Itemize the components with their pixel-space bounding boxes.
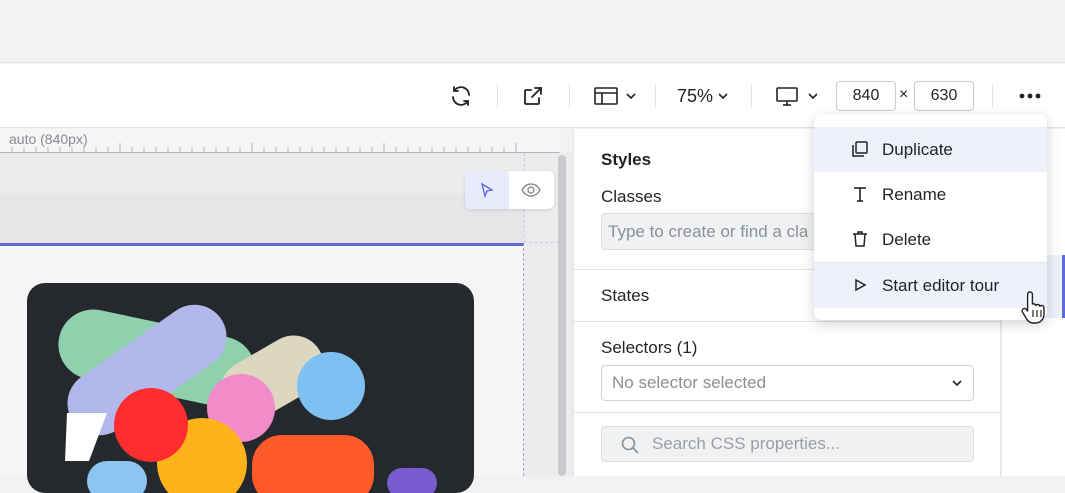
artwork-image[interactable] <box>27 283 474 493</box>
duplicate-icon <box>852 141 868 157</box>
trash-icon <box>853 231 867 247</box>
panel-divider <box>574 321 1001 322</box>
selector-value: No selector selected <box>612 373 767 392</box>
preview-mode-button[interactable] <box>509 171 553 209</box>
menu-item-rename[interactable]: Rename <box>814 172 1047 217</box>
width-input[interactable]: 840 <box>836 81 896 111</box>
menu-item-start-editor-tour[interactable]: Start editor tour <box>814 263 1047 308</box>
toolbar-divider <box>992 84 993 108</box>
abstract-shapes-graphic <box>58 304 437 493</box>
device-dropdown[interactable] <box>771 76 823 116</box>
css-search-input[interactable]: Search CSS properties... <box>601 426 974 462</box>
canvas-header-strip <box>0 193 524 243</box>
menu-item-duplicate[interactable]: Duplicate <box>814 127 1047 172</box>
pointer-icon <box>480 182 494 198</box>
search-icon <box>621 436 639 454</box>
dimension-separator: × <box>899 86 909 103</box>
canvas-scrollbar[interactable] <box>558 155 566 476</box>
refresh-icon <box>452 86 470 106</box>
panel-divider <box>574 412 1001 413</box>
panel-title: Styles <box>601 150 652 169</box>
open-external-button[interactable] <box>515 76 551 116</box>
states-label[interactable]: States <box>601 286 649 306</box>
toolbar-divider <box>569 84 570 108</box>
text-icon <box>854 187 866 202</box>
ruler-ticks <box>0 143 560 153</box>
chevron-down-icon <box>718 93 728 100</box>
desktop-icon <box>776 87 798 106</box>
layout-icon <box>594 87 618 105</box>
refresh-button[interactable] <box>443 76 479 116</box>
menu-item-label: Delete <box>882 229 932 249</box>
play-icon <box>855 278 867 292</box>
canvas-mode-toggle <box>465 171 554 209</box>
menu-item-delete[interactable]: Delete <box>814 217 1047 262</box>
hand-cursor-icon <box>1021 291 1045 324</box>
height-input[interactable]: 630 <box>914 81 974 111</box>
zoom-level: 75% <box>676 85 714 106</box>
more-icon <box>1019 93 1041 99</box>
chevron-down-icon <box>952 380 962 387</box>
css-search-placeholder: Search CSS properties... <box>652 434 841 453</box>
select-mode-button[interactable] <box>465 171 509 209</box>
menu-item-label: Rename <box>882 184 947 204</box>
zoom-dropdown[interactable]: 75% <box>672 76 734 116</box>
eye-icon <box>521 183 541 197</box>
top-bar <box>0 0 1065 63</box>
horizontal-ruler: auto (840px) <box>0 129 560 153</box>
external-link-icon <box>524 87 542 105</box>
toolbar-divider <box>655 84 656 108</box>
menu-item-label: Duplicate <box>882 139 953 159</box>
more-actions-button[interactable] <box>1012 76 1048 116</box>
chevron-down-icon <box>626 93 636 100</box>
layout-dropdown[interactable] <box>590 76 640 116</box>
chevron-down-icon <box>808 93 818 100</box>
classes-label: Classes <box>601 187 662 206</box>
more-actions-menu: Duplicate Rename Delete Start editor tou… <box>814 114 1047 320</box>
toolbar-divider <box>751 84 752 108</box>
selectors-label: Selectors (1) <box>601 338 698 357</box>
toolbar-divider <box>497 84 498 108</box>
menu-item-label: Start editor tour <box>882 275 1000 295</box>
selector-dropdown[interactable]: No selector selected <box>601 365 974 401</box>
